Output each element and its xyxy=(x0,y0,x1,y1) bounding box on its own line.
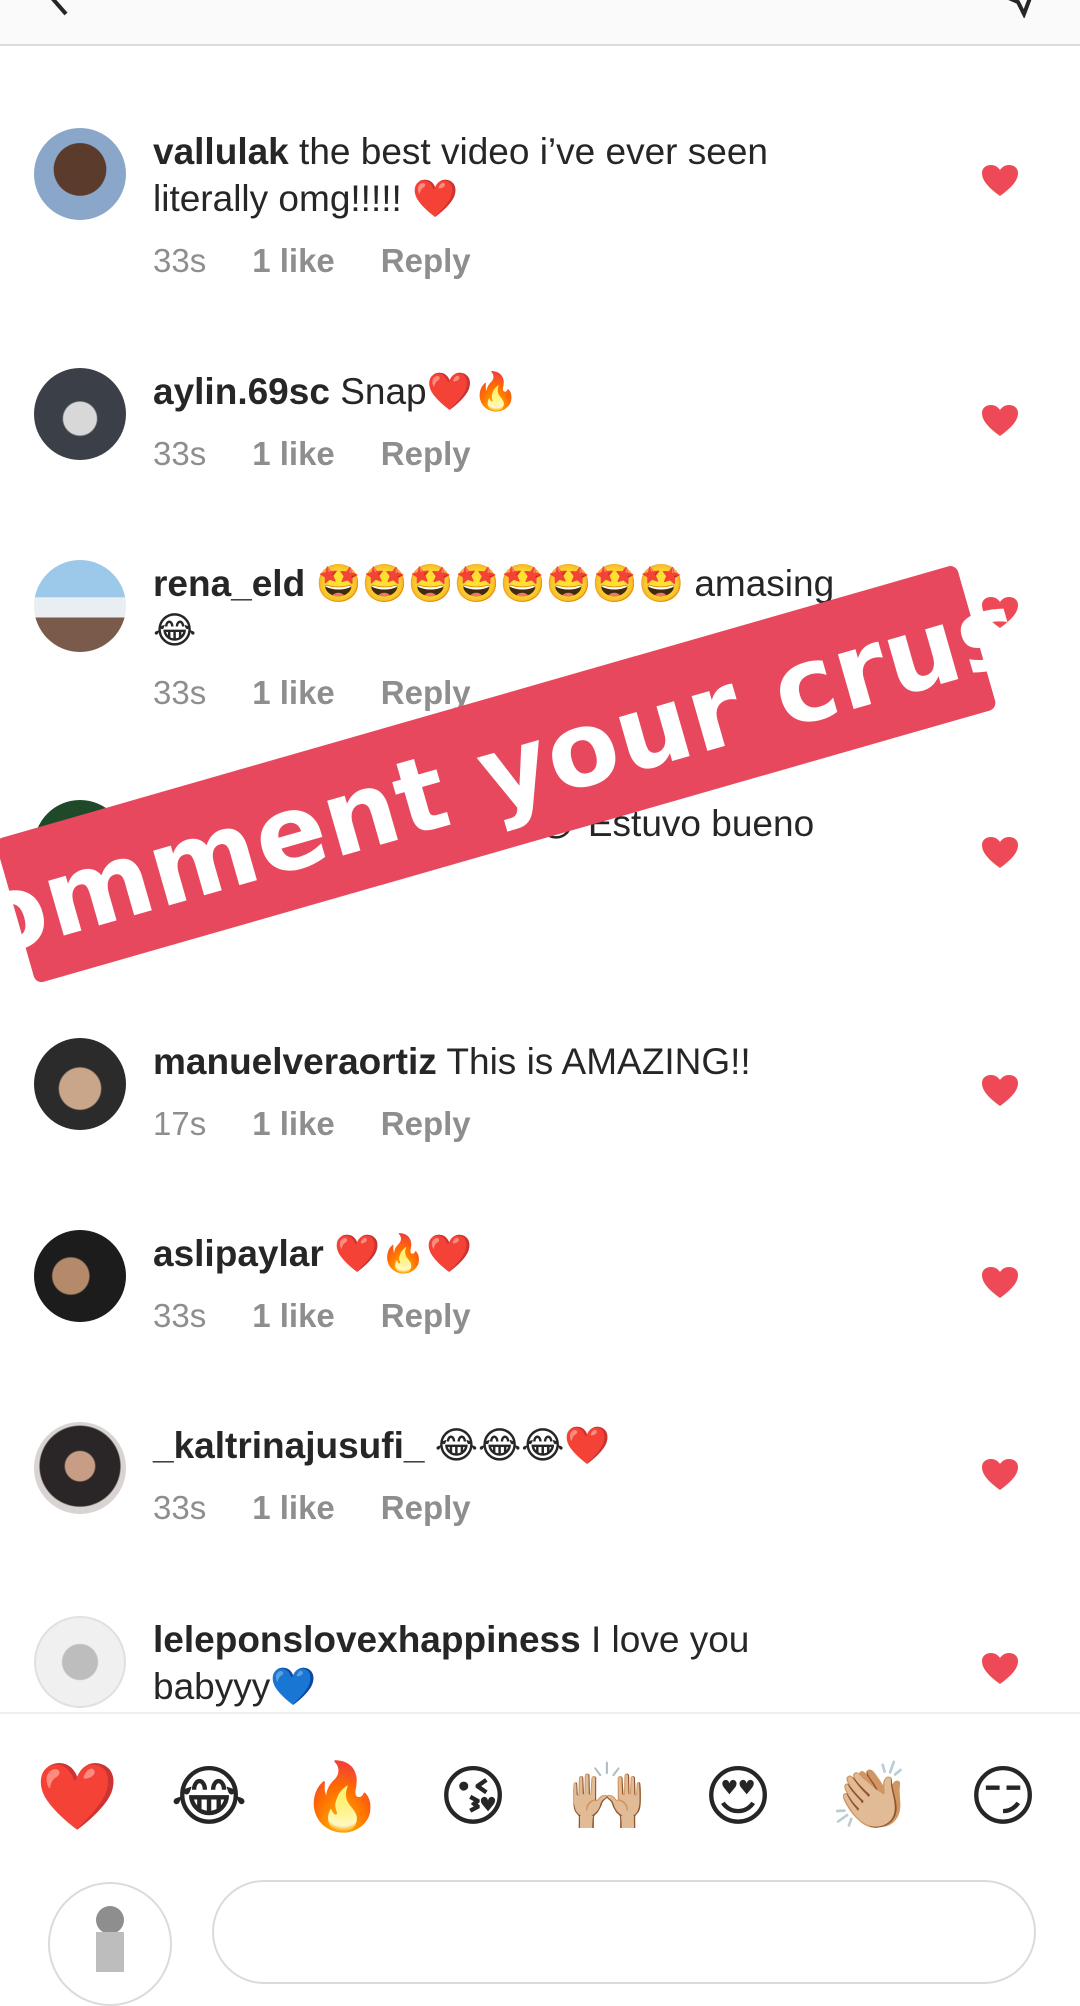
current-user-avatar xyxy=(48,1882,172,2006)
comment-time: 17s xyxy=(153,1105,207,1142)
reaction-laugh-button[interactable]: 😂 xyxy=(169,1756,249,1836)
avatar[interactable] xyxy=(34,1230,126,1322)
heart-icon[interactable] xyxy=(981,164,1019,198)
reaction-heart-eyes-button[interactable]: 😍 xyxy=(698,1756,778,1836)
heart-icon[interactable] xyxy=(981,1652,1019,1686)
quick-reaction-bar: ❤️ 😂 🔥 😘 🙌🏼 😍 👏🏼 😏 xyxy=(0,1712,1080,1874)
avatar[interactable] xyxy=(34,368,126,460)
comment-likes[interactable]: 1 like xyxy=(252,1489,335,1526)
comment-time: 33s xyxy=(153,435,207,472)
reply-button[interactable]: Reply xyxy=(381,435,471,472)
chevron-left-icon[interactable] xyxy=(40,0,80,18)
avatar[interactable] xyxy=(34,1422,126,1514)
reaction-clap-button[interactable]: 👏🏼 xyxy=(830,1756,912,1836)
reply-button[interactable]: Reply xyxy=(381,242,471,279)
comment-username[interactable]: aylin.69sc xyxy=(153,371,330,412)
comment-username[interactable]: leleponslovexhappiness xyxy=(153,1619,581,1660)
reply-button[interactable]: Reply xyxy=(381,674,471,711)
heart-icon[interactable] xyxy=(981,1266,1019,1300)
reaction-kiss-button[interactable]: 😘 xyxy=(433,1756,513,1836)
comment-username[interactable]: _kaltrinajusufi_ xyxy=(153,1425,424,1466)
comment-time: 33s xyxy=(153,1297,207,1334)
heart-icon[interactable] xyxy=(981,1458,1019,1492)
avatar[interactable] xyxy=(34,128,126,220)
reaction-fire-button[interactable]: 🔥 xyxy=(301,1756,383,1836)
comment-likes[interactable]: 1 like xyxy=(252,1105,335,1142)
comment-time: 33s xyxy=(153,674,207,711)
avatar[interactable] xyxy=(34,1616,126,1708)
comment-time: 33s xyxy=(153,242,207,279)
avatar[interactable] xyxy=(34,1038,126,1130)
comment-likes[interactable]: 1 like xyxy=(252,242,335,279)
comment-likes[interactable]: 1 like xyxy=(252,1297,335,1334)
reaction-smirk-button[interactable]: 😏 xyxy=(963,1756,1043,1836)
user-silhouette-icon xyxy=(96,1906,124,1972)
reply-button[interactable]: Reply xyxy=(381,1489,471,1526)
reaction-heart-button[interactable]: ❤️ xyxy=(36,1756,118,1836)
comment-username[interactable]: aslipaylar xyxy=(153,1233,324,1274)
reaction-raised-hands-button[interactable]: 🙌🏼 xyxy=(566,1756,648,1836)
comment-text: 😂😂😂❤️ xyxy=(434,1425,611,1466)
comment-username[interactable]: manuelveraortiz xyxy=(153,1041,437,1082)
comment-input[interactable] xyxy=(212,1880,1036,1984)
comment-likes[interactable]: 1 like xyxy=(252,674,335,711)
reply-button[interactable]: Reply xyxy=(381,1105,471,1142)
heart-icon[interactable] xyxy=(981,404,1019,438)
comment-username[interactable]: rena_eld xyxy=(153,563,305,604)
heart-icon[interactable] xyxy=(981,1074,1019,1108)
reply-button[interactable]: Reply xyxy=(381,1297,471,1334)
paper-plane-icon[interactable] xyxy=(1000,0,1040,18)
avatar[interactable] xyxy=(34,560,126,652)
comment-username[interactable]: vallulak xyxy=(153,131,289,172)
comment-likes[interactable]: 1 like xyxy=(252,435,335,472)
comment-time: 33s xyxy=(153,1489,207,1526)
heart-icon[interactable] xyxy=(981,836,1019,870)
top-nav-bar xyxy=(0,0,1080,46)
comment-text: ❤️🔥❤️ xyxy=(334,1233,473,1274)
comment-composer xyxy=(0,1872,1080,2006)
comment-text: Snap❤️🔥 xyxy=(340,371,519,412)
comment-text: This is AMAZING!! xyxy=(446,1041,751,1082)
